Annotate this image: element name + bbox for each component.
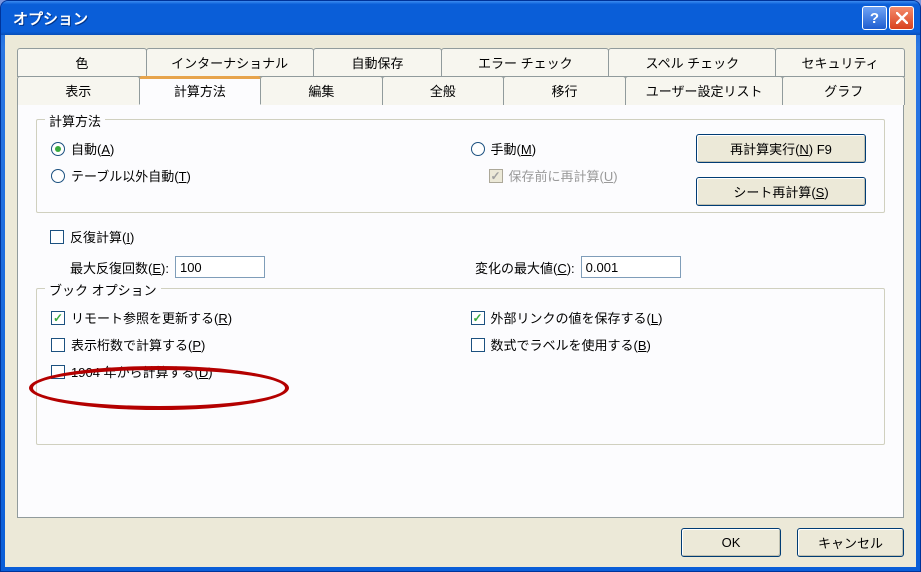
window-title: オプション (13, 8, 860, 29)
tab-custom-lists[interactable]: ユーザー設定リスト (625, 76, 784, 105)
max-iter-label: 最大反復回数(E): (70, 258, 169, 277)
radio-auto-except-tables-label: テーブル以外自動(T) (71, 166, 191, 185)
tab-color[interactable]: 色 (17, 48, 147, 77)
recalc-sheet-button[interactable]: シート再計算(S) (696, 177, 866, 206)
tab-view[interactable]: 表示 (17, 76, 140, 105)
tab-autosave[interactable]: 自動保存 (313, 48, 443, 77)
max-iter-input[interactable] (175, 256, 265, 278)
checkbox-recalc-before-save (489, 169, 503, 183)
checkbox-iteration-label: 反復計算(I) (70, 227, 134, 246)
checkbox-save-ext-links[interactable] (471, 311, 485, 325)
workbook-options-title: ブック オプション (45, 280, 161, 299)
checkbox-precision-displayed-label: 表示桁数で計算する(P) (71, 335, 205, 354)
checkbox-labels-in-formulas-label: 数式でラベルを使用する(B) (491, 335, 651, 354)
tabs: 色 インターナショナル 自動保存 エラー チェック スペル チェック セキュリテ… (17, 47, 904, 105)
radio-auto-label: 自動(A) (71, 139, 114, 158)
checkbox-recalc-before-save-label: 保存前に再計算(U) (509, 166, 618, 185)
close-icon[interactable] (889, 6, 914, 30)
tab-international[interactable]: インターナショナル (146, 48, 314, 77)
tab-security[interactable]: セキュリティ (775, 48, 905, 77)
checkbox-1904-date[interactable] (51, 365, 65, 379)
calc-method-title: 計算方法 (45, 111, 105, 130)
checkbox-precision-displayed[interactable] (51, 338, 65, 352)
checkbox-remote-ref[interactable] (51, 311, 65, 325)
radio-auto-except-tables[interactable] (51, 169, 65, 183)
dialog-buttons: OK キャンセル (17, 528, 904, 557)
tab-spell-check[interactable]: スペル チェック (608, 48, 776, 77)
tab-error-check[interactable]: エラー チェック (441, 48, 609, 77)
tab-edit[interactable]: 編集 (260, 76, 383, 105)
cancel-button[interactable]: キャンセル (797, 528, 904, 557)
radio-manual-label: 手動(M) (491, 139, 537, 158)
tab-general[interactable]: 全般 (382, 76, 505, 105)
checkbox-labels-in-formulas[interactable] (471, 338, 485, 352)
checkbox-iteration[interactable] (50, 230, 64, 244)
calc-method-group: 計算方法 自動(A) テーブル以外自動(T) (36, 119, 885, 213)
max-change-input[interactable] (581, 256, 681, 278)
titlebar: オプション ? (1, 1, 920, 35)
radio-manual[interactable] (471, 142, 485, 156)
checkbox-save-ext-links-label: 外部リンクの値を保存する(L) (491, 308, 663, 327)
ok-button[interactable]: OK (681, 528, 781, 557)
client-area: 色 インターナショナル 自動保存 エラー チェック スペル チェック セキュリテ… (5, 35, 916, 567)
options-dialog: オプション ? 色 インターナショナル 自動保存 エラー チェック スペル チェ… (0, 0, 921, 572)
tab-transition[interactable]: 移行 (503, 76, 626, 105)
checkbox-1904-date-label: 1904 年から計算する(D) (71, 362, 213, 381)
checkbox-remote-ref-label: リモート参照を更新する(R) (71, 308, 232, 327)
tab-chart[interactable]: グラフ (782, 76, 905, 105)
max-change-label: 変化の最大値(C): (475, 258, 575, 277)
recalc-now-button[interactable]: 再計算実行(N) F9 (696, 134, 866, 163)
workbook-options-group: ブック オプション リモート参照を更新する(R) 表示桁数で計算する(P) (36, 288, 885, 445)
tab-calculation[interactable]: 計算方法 (139, 76, 262, 105)
help-icon[interactable]: ? (862, 6, 887, 30)
radio-auto[interactable] (51, 142, 65, 156)
tab-panel: 計算方法 自動(A) テーブル以外自動(T) (17, 105, 904, 518)
